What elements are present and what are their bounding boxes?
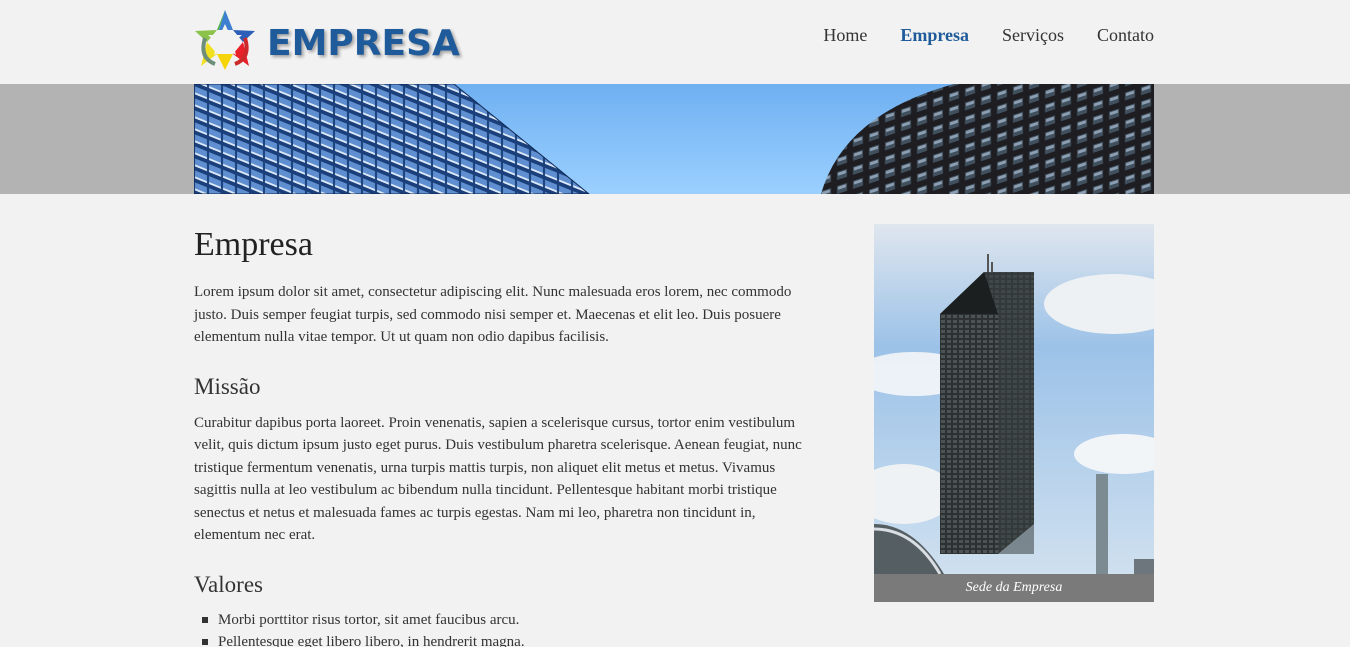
bullet-icon — [202, 639, 208, 646]
nav-item-home[interactable]: Home — [823, 25, 867, 46]
list-item: Pellentesque eget libero libero, in hend… — [202, 631, 814, 647]
list-item-text: Morbi porttitor risus tortor, sit amet f… — [218, 611, 520, 628]
values-heading: Valores — [194, 571, 263, 597]
nav-item-servicos[interactable]: Serviços — [1002, 25, 1064, 46]
sidebar-figure: Sede da Empresa — [874, 224, 1154, 602]
star-logo-icon — [195, 10, 255, 70]
nav-item-empresa[interactable]: Empresa — [900, 25, 969, 46]
banner-image — [194, 84, 1154, 194]
list-item: Morbi porttitor risus tortor, sit amet f… — [202, 609, 814, 632]
main-nav: Home Empresa Serviços Contato — [823, 25, 1154, 46]
brand-name: EMPRESA — [267, 22, 460, 64]
intro-paragraph: Lorem ipsum dolor sit amet, consectetur … — [194, 284, 792, 345]
main-content: Empresa Lorem ipsum dolor sit amet, cons… — [194, 224, 814, 647]
logo[interactable]: EMPRESA — [193, 8, 460, 72]
bullet-icon — [202, 616, 208, 623]
mission-paragraph: Curabitur dapibus porta laoreet. Proin v… — [194, 414, 802, 544]
page-title: Empresa — [194, 226, 313, 263]
list-item-text: Pellentesque eget libero libero, in hend… — [218, 634, 525, 647]
nav-item-contato[interactable]: Contato — [1097, 25, 1154, 46]
mission-heading: Missão — [194, 373, 261, 399]
headquarters-photo — [874, 224, 1154, 574]
values-list: Morbi porttitor risus tortor, sit amet f… — [194, 609, 814, 647]
image-caption: Sede da Empresa — [874, 574, 1154, 602]
site-header: EMPRESA Home Empresa Serviços Contato — [0, 0, 1350, 84]
